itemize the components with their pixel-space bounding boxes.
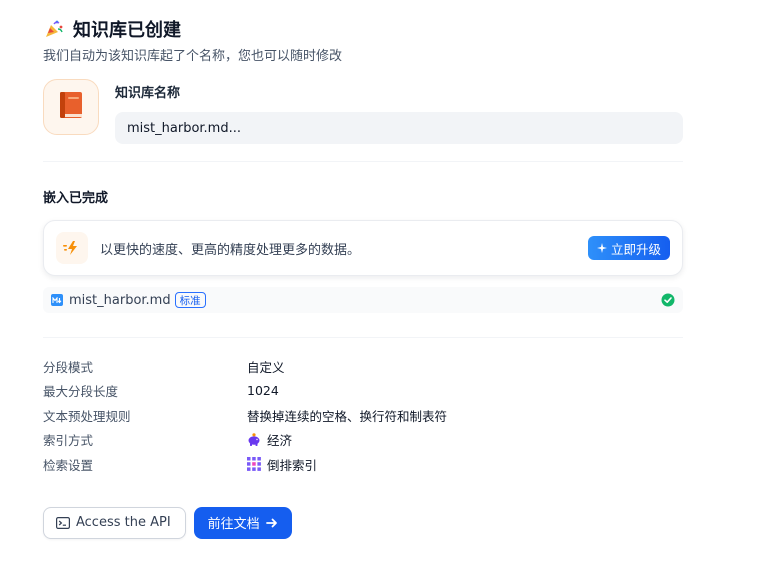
upgrade-card: 以更快的速度、更高的精度处理更多的数据。 立即升级 xyxy=(43,220,683,276)
dataset-name-row: 知识库名称 xyxy=(43,79,683,144)
setting-row-max-chunk-length: 最大分段长度 1024 xyxy=(43,379,683,404)
mode-badge: 标准 xyxy=(174,292,206,308)
file-name: mist_harbor.md xyxy=(69,292,171,308)
dataset-name-field-group: 知识库名称 xyxy=(115,79,683,144)
dataset-icon-tile[interactable] xyxy=(43,79,99,135)
setting-row-retrieval: 检索设置 倒排索引 xyxy=(43,452,683,477)
upgrade-text: 以更快的速度、更高的精度处理更多的数据。 xyxy=(100,242,361,258)
setting-row-chunk-mode: 分段模式 自定义 xyxy=(43,354,683,379)
embedded-file-row[interactable]: mist_harbor.md 标准 xyxy=(43,287,683,313)
divider xyxy=(43,337,683,338)
arrow-right-icon xyxy=(265,517,278,529)
party-popper-icon xyxy=(43,18,65,40)
grid-index-icon xyxy=(247,457,261,472)
go-to-docs-button[interactable]: 前往文档 xyxy=(193,506,292,539)
setting-row-index-method: 索引方式 经济 xyxy=(43,428,683,453)
embedding-complete-title: 嵌入已完成 xyxy=(43,191,109,206)
dataset-name-label: 知识库名称 xyxy=(115,86,181,101)
setting-row-preprocessing: 文本预处理规则 替换掉连续的空格、换行符和制表符 xyxy=(43,403,683,428)
check-circle-icon xyxy=(661,293,675,307)
sparkle-icon xyxy=(596,243,607,253)
terminal-icon xyxy=(56,516,70,529)
setting-key: 最大分段长度 xyxy=(43,384,119,400)
piggy-bank-icon xyxy=(247,433,261,447)
upgrade-now-label: 立即升级 xyxy=(610,241,661,257)
divider xyxy=(43,161,683,162)
go-to-docs-label: 前往文档 xyxy=(207,517,260,532)
book-icon xyxy=(57,90,85,124)
setting-value: 倒排索引 xyxy=(247,455,317,474)
markdown-file-icon xyxy=(51,294,63,306)
title-row: 知识库已创建 xyxy=(43,16,683,42)
setting-value: 替换掉连续的空格、换行符和制表符 xyxy=(247,408,448,424)
dataset-created-page: 知识库已创建 我们自动为该知识库起了个名称，您也可以随时修改 知识库名称 嵌入已… xyxy=(43,16,683,539)
setting-value: 经济 xyxy=(247,430,292,449)
setting-value: 1024 xyxy=(247,383,279,399)
setting-value: 自定义 xyxy=(247,359,285,375)
setting-key: 文本预处理规则 xyxy=(43,408,131,424)
access-api-button[interactable]: Access the API xyxy=(43,506,186,539)
setting-key: 分段模式 xyxy=(43,359,94,375)
upgrade-now-button[interactable]: 立即升级 xyxy=(587,236,670,260)
page-title: 知识库已创建 xyxy=(73,20,181,41)
access-api-label: Access the API xyxy=(76,515,171,530)
page-subtitle: 我们自动为该知识库起了个名称，您也可以随时修改 xyxy=(43,49,343,64)
fast-bolt-icon xyxy=(56,232,88,264)
setting-key: 检索设置 xyxy=(43,457,94,473)
dataset-name-input[interactable] xyxy=(115,112,683,144)
action-buttons: Access the API 前往文档 xyxy=(43,506,683,539)
setting-key: 索引方式 xyxy=(43,433,94,449)
processing-settings: 分段模式 自定义 最大分段长度 1024 文本预处理规则 替换掉连续的空格、换行… xyxy=(43,354,683,477)
